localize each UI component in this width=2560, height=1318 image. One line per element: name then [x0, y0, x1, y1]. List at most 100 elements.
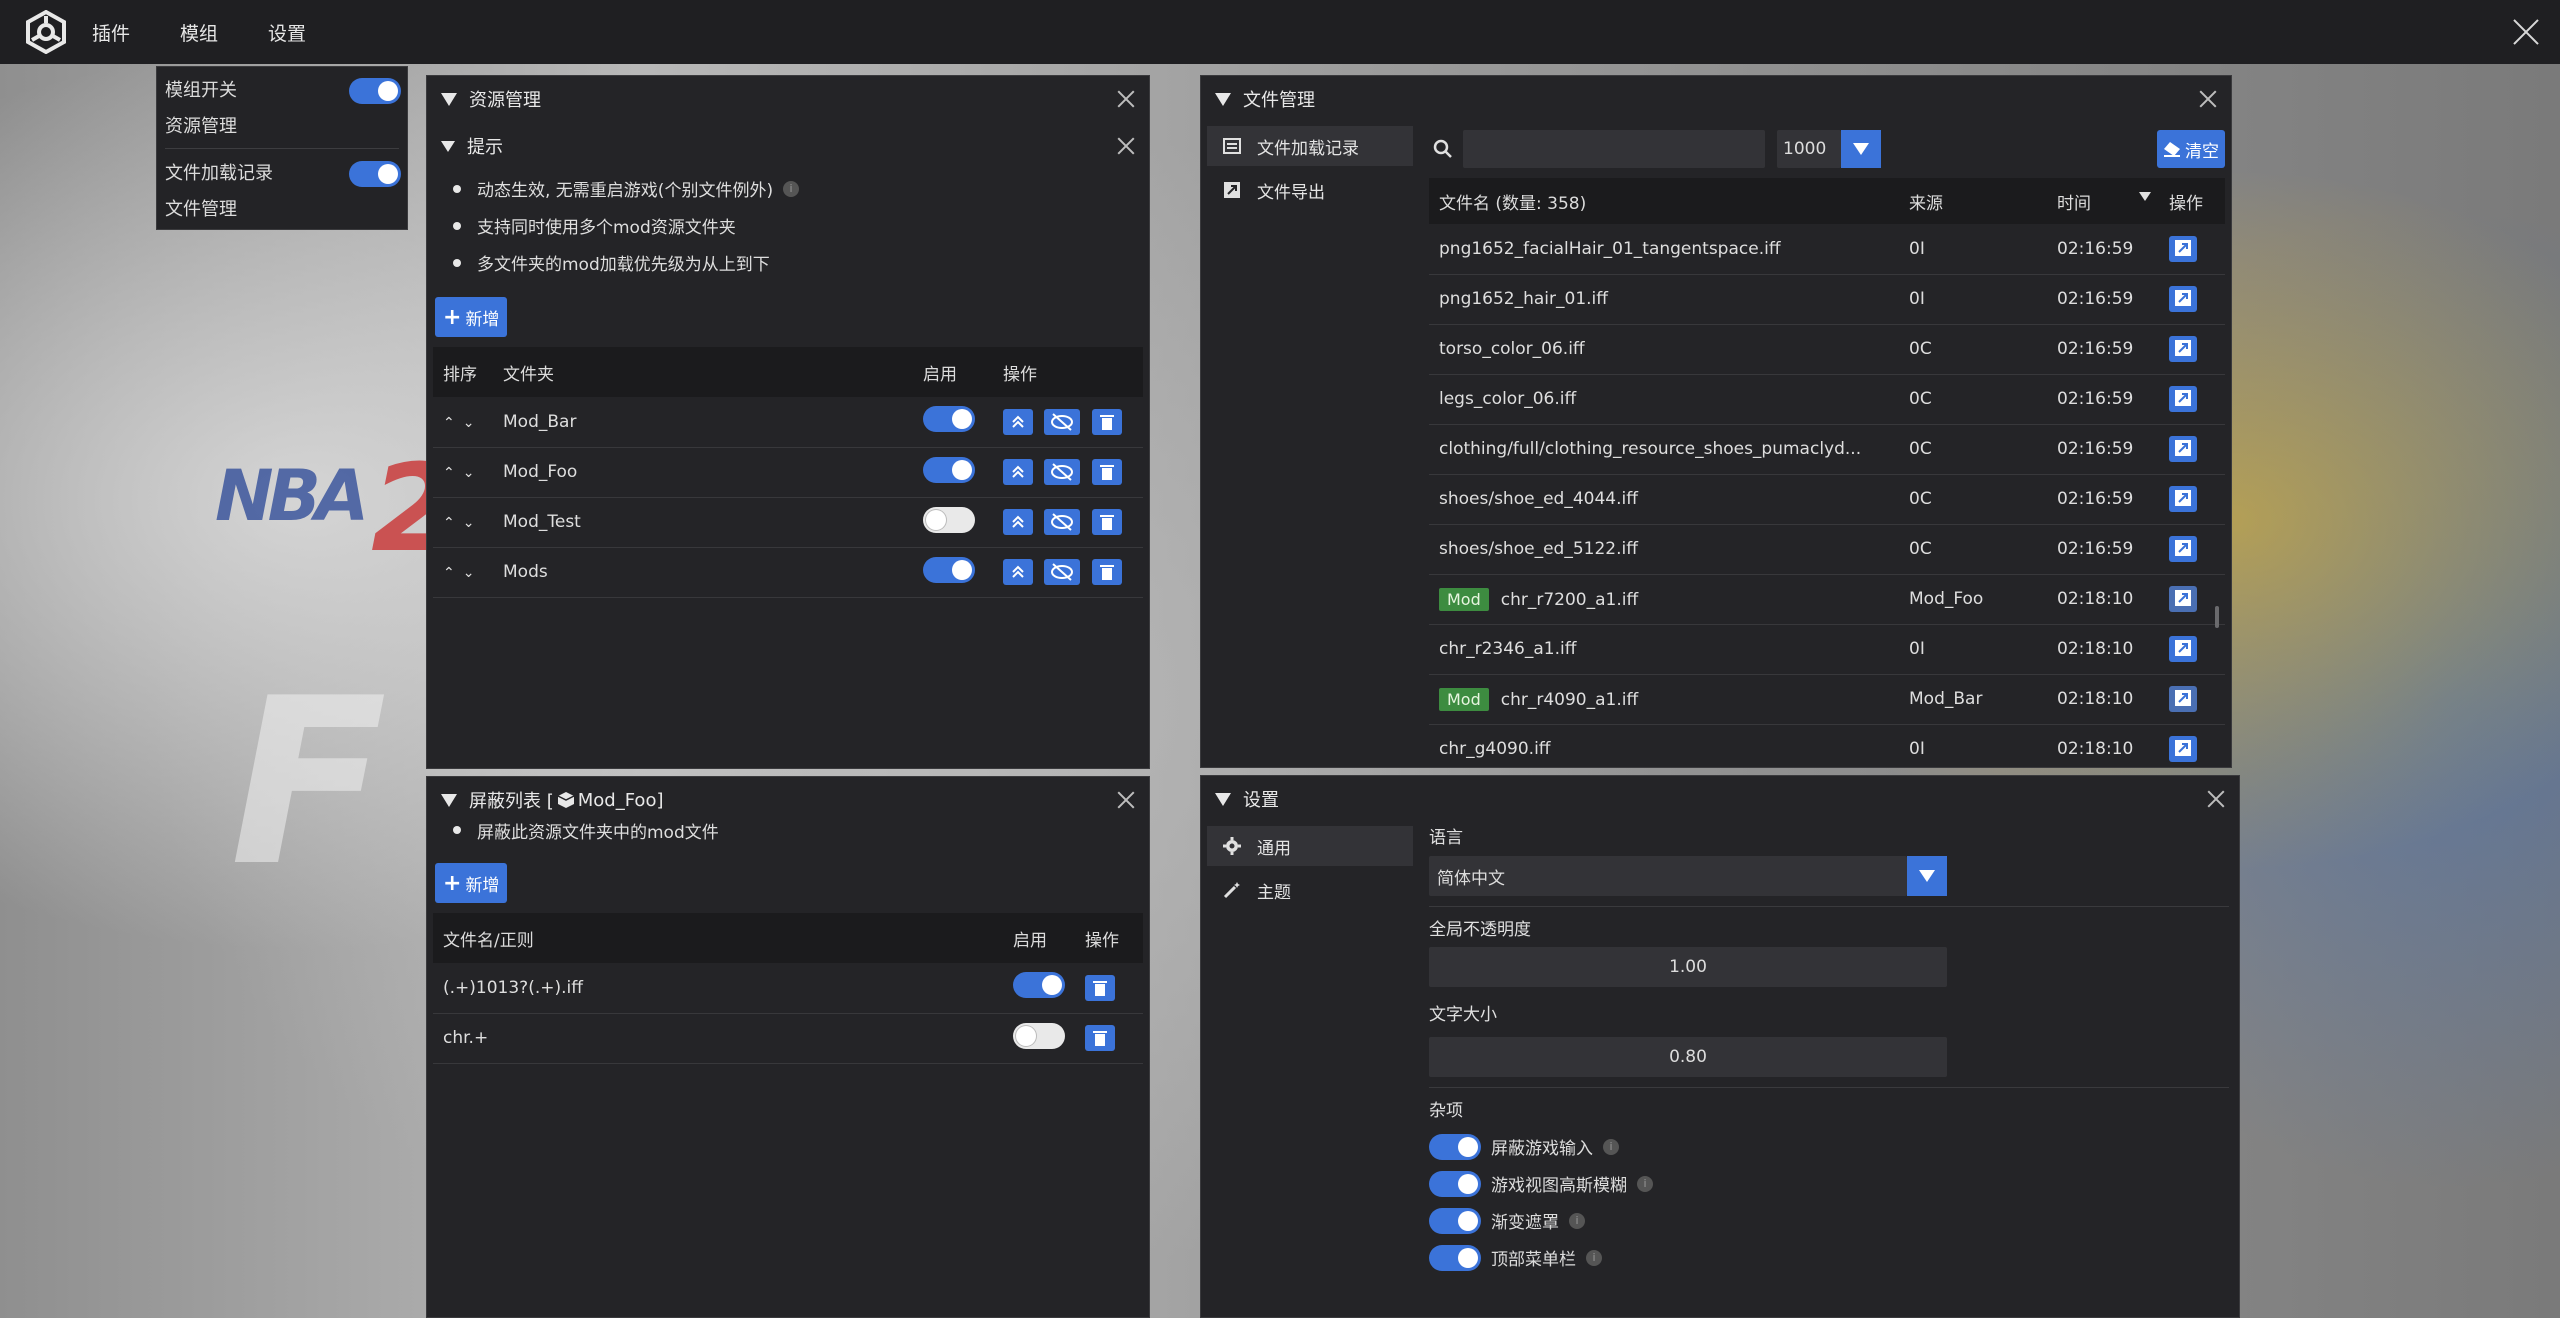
- move-up-icon[interactable]: ⌃: [443, 565, 455, 581]
- file-load-log-toggle[interactable]: [349, 161, 401, 187]
- info-icon[interactable]: i: [783, 180, 800, 197]
- delete-icon[interactable]: [1085, 974, 1115, 1001]
- language-dropdown-button[interactable]: [1907, 856, 1947, 896]
- open-file-icon[interactable]: [2169, 636, 2197, 662]
- close-panel-icon[interactable]: [1115, 789, 1137, 811]
- collapse-triangle-icon[interactable]: [1215, 792, 1231, 806]
- menu-item-resource-manager[interactable]: 资源管理: [157, 107, 407, 143]
- menu-plugins[interactable]: 插件: [92, 19, 130, 46]
- delete-icon[interactable]: [1091, 509, 1122, 535]
- mod-switch-toggle[interactable]: [349, 78, 401, 104]
- file-name: clothing/full/clothing_resource_shoes_pu…: [1439, 439, 1862, 459]
- top-menu-bar-toggle[interactable]: [1429, 1244, 1481, 1271]
- move-down-icon[interactable]: ⌄: [463, 465, 475, 481]
- pattern-enable-toggle[interactable]: [1013, 1022, 1065, 1049]
- delete-icon[interactable]: [1091, 459, 1122, 485]
- move-down-icon[interactable]: ⌄: [463, 415, 475, 431]
- folder-enable-toggle[interactable]: [923, 406, 975, 433]
- menu-item-mod-switch[interactable]: 模组开关: [157, 71, 407, 107]
- panel-header[interactable]: 设置: [1201, 776, 2239, 822]
- hide-icon[interactable]: [1044, 408, 1081, 435]
- delete-icon[interactable]: [1091, 408, 1122, 435]
- info-icon[interactable]: i: [1603, 1138, 1619, 1155]
- menu-mods[interactable]: 模组: [180, 19, 218, 46]
- language-select[interactable]: 简体中文: [1429, 856, 1907, 896]
- column-header-pattern: 文件名/正则: [433, 913, 1003, 963]
- pattern-enable-toggle[interactable]: [1013, 972, 1065, 999]
- block-list-icon[interactable]: [1003, 509, 1033, 535]
- hide-icon[interactable]: [1044, 459, 1081, 485]
- panel-header[interactable]: 文件管理: [1201, 76, 2231, 122]
- opacity-slider[interactable]: 1.00: [1429, 947, 1947, 987]
- collapse-triangle-icon[interactable]: [441, 140, 455, 152]
- file-name-cell: legs_color_06.iff: [1429, 374, 1899, 425]
- folder-enable-toggle[interactable]: [923, 456, 975, 483]
- tips-section-header[interactable]: 提示: [427, 122, 1149, 170]
- hide-icon[interactable]: [1044, 559, 1081, 585]
- gradient-mask-toggle[interactable]: [1429, 1207, 1481, 1234]
- tab-file-export[interactable]: 文件导出: [1207, 170, 1413, 210]
- font-size-slider[interactable]: 0.80: [1429, 1037, 1947, 1077]
- move-down-icon[interactable]: ⌄: [463, 515, 475, 531]
- sort-desc-icon[interactable]: [2139, 192, 2151, 201]
- add-folder-button[interactable]: + 新增: [435, 297, 508, 337]
- open-file-icon[interactable]: [2169, 336, 2197, 362]
- open-file-icon[interactable]: [2169, 586, 2197, 612]
- open-file-icon[interactable]: [2169, 436, 2197, 462]
- close-panel-icon[interactable]: [2205, 788, 2227, 810]
- open-file-icon[interactable]: [2169, 235, 2197, 262]
- info-icon[interactable]: i: [1586, 1249, 1602, 1266]
- open-file-icon[interactable]: [2169, 386, 2197, 412]
- collapse-triangle-icon[interactable]: [1215, 92, 1231, 106]
- misc-item-gradient-mask: 渐变遮罩 i: [1429, 1202, 2229, 1239]
- panel-header[interactable]: 屏蔽列表 [ Mod_Foo]: [427, 777, 1149, 823]
- collapse-triangle-icon[interactable]: [441, 793, 457, 807]
- file-time: 02:16:59: [2047, 474, 2159, 525]
- move-up-icon[interactable]: ⌃: [443, 415, 455, 431]
- tab-general[interactable]: 通用: [1207, 826, 1413, 866]
- table-scrollbar[interactable]: [2215, 606, 2219, 628]
- limit-select[interactable]: 1000: [1777, 130, 1841, 168]
- file-name-cell: png1652_facialHair_01_tangentspace.iff: [1429, 224, 1899, 275]
- open-file-icon[interactable]: [2169, 686, 2197, 712]
- move-down-icon[interactable]: ⌄: [463, 565, 475, 581]
- block-list-icon[interactable]: [1003, 459, 1033, 485]
- add-pattern-button[interactable]: + 新增: [435, 863, 508, 903]
- close-app-icon[interactable]: [2509, 15, 2543, 49]
- file-search-input[interactable]: [1463, 130, 1765, 168]
- menu-item-file-load-log[interactable]: 文件加载记录: [157, 154, 407, 190]
- limit-dropdown-button[interactable]: [1841, 130, 1881, 168]
- folder-enable-toggle[interactable]: [923, 556, 975, 583]
- file-source: 0C: [1899, 474, 2047, 525]
- menu-item-file-manager[interactable]: 文件管理: [157, 190, 407, 226]
- block-input-toggle[interactable]: [1429, 1133, 1481, 1160]
- block-list-icon[interactable]: [1003, 408, 1033, 435]
- panel-header[interactable]: 资源管理: [427, 76, 1149, 122]
- column-header-filename: 文件名 (数量: 358): [1429, 178, 1899, 224]
- block-list-panel: 屏蔽列表 [ Mod_Foo] 屏蔽此资源文件夹中的mod文件 + 新增 文件名/…: [426, 776, 1150, 1318]
- move-up-icon[interactable]: ⌃: [443, 515, 455, 531]
- folder-enable-toggle[interactable]: [923, 506, 975, 533]
- open-file-icon[interactable]: [2169, 486, 2197, 512]
- open-file-icon[interactable]: [2169, 286, 2197, 312]
- info-icon[interactable]: i: [1569, 1212, 1585, 1229]
- open-file-icon[interactable]: [2169, 736, 2197, 762]
- column-header-time[interactable]: 时间: [2047, 178, 2159, 224]
- menu-settings[interactable]: 设置: [268, 19, 306, 46]
- close-panel-icon[interactable]: [1115, 88, 1137, 110]
- delete-icon[interactable]: [1085, 1025, 1115, 1051]
- close-panel-icon[interactable]: [2197, 88, 2219, 110]
- tab-theme[interactable]: 主题: [1207, 870, 1413, 910]
- info-icon[interactable]: i: [1637, 1175, 1653, 1192]
- tab-file-load-log[interactable]: 文件加载记录: [1207, 126, 1413, 166]
- tip-item: 支持同时使用多个mod资源文件夹: [451, 207, 1149, 244]
- block-list-icon[interactable]: [1003, 559, 1033, 585]
- clear-button[interactable]: 清空: [2157, 130, 2225, 168]
- gaussian-blur-toggle[interactable]: [1429, 1170, 1481, 1197]
- delete-icon[interactable]: [1091, 559, 1122, 585]
- collapse-triangle-icon[interactable]: [441, 92, 457, 106]
- open-file-icon[interactable]: [2169, 536, 2197, 562]
- hide-icon[interactable]: [1044, 509, 1081, 535]
- close-tips-icon[interactable]: [1115, 135, 1137, 157]
- move-up-icon[interactable]: ⌃: [443, 465, 455, 481]
